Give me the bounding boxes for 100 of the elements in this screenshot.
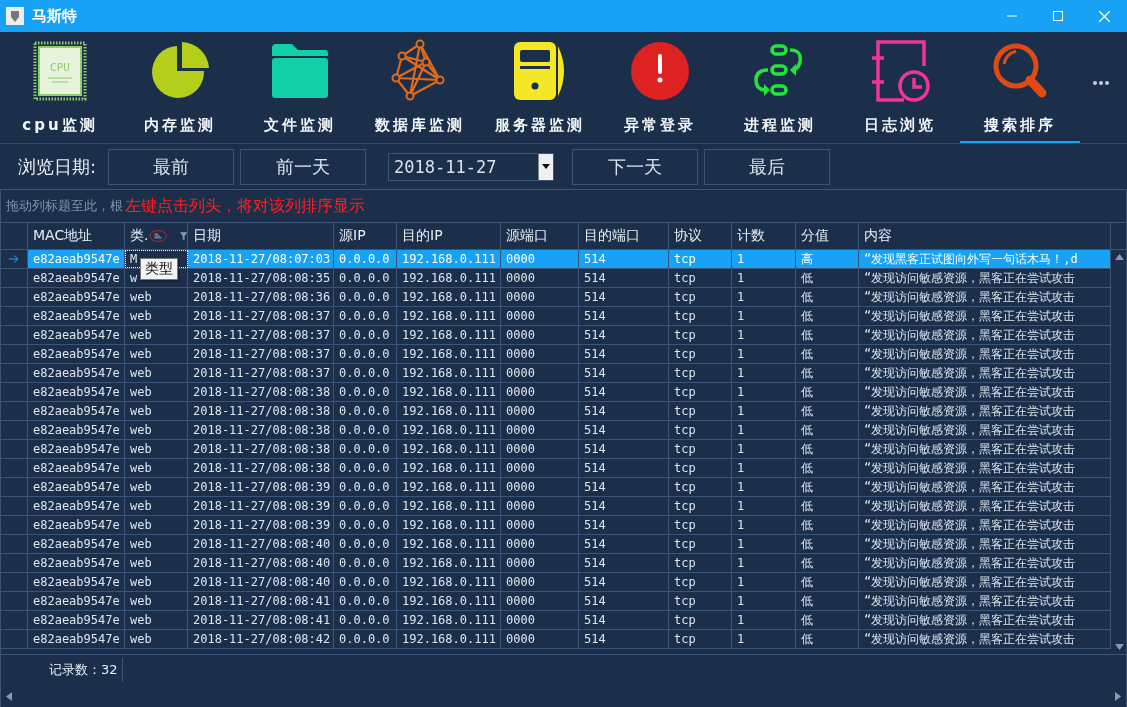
more-icon[interactable] [1092,79,1110,86]
table-cell: 2018-11-27/08:08:38 [188,421,334,439]
table-cell: e82aeab9547e [28,611,125,629]
table-cell: 2018-11-27/08:08:35 [188,269,334,287]
column-header[interactable]: 协议 [669,223,732,249]
table-row[interactable]: e82aeab9547e web 2018-11-27/08:08:37 0.0.0.0 192.168.0.111 0000 514 tcp 1 低 “发现访问敏感资源，黑客正在尝试攻击 [1,307,1111,326]
table-cell: web [125,307,188,325]
table-row[interactable]: e82aeab9547e web 2018-11-27/08:08:39 0.0.0.0 192.168.0.111 0000 514 tcp 1 低 “发现访问敏感资源，黑客正在尝试攻击 [1,516,1111,535]
toolbar-tab[interactable]: 服务器监测 [480,32,600,143]
toolbar-tab[interactable]: CPU cpu监测 [0,32,120,143]
table-row[interactable]: e82aeab9547e web 2018-11-27/08:08:41 0.0.0.0 192.168.0.111 0000 514 tcp 1 低 “发现访问敏感资源，黑客正在尝试攻击 [1,592,1111,611]
table-cell: “发现访问敏感资源，黑客正在尝试攻击 [859,326,1111,344]
scroll-right-icon[interactable] [1115,691,1121,701]
table-row[interactable]: e82aeab9547e web 2018-11-27/08:08:37 0.0.0.0 192.168.0.111 0000 514 tcp 1 低 “发现访问敏感资源，黑客正在尝试攻击 [1,364,1111,383]
table-cell: tcp [669,592,732,610]
column-header[interactable]: 源IP [334,223,397,249]
table-row[interactable]: e82aeab9547e web 2018-11-27/08:08:40 0.0.0.0 192.168.0.111 0000 514 tcp 1 低 “发现访问敏感资源，黑客正在尝试攻击 [1,554,1111,573]
table-cell: tcp [669,554,732,572]
table-row[interactable]: e82aeab9547e web 2018-11-27/08:08:38 0.0.0.0 192.168.0.111 0000 514 tcp 1 低 “发现访问敏感资源，黑客正在尝试攻击 [1,383,1111,402]
table-cell: tcp [669,630,732,648]
scroll-down-icon[interactable] [1115,644,1124,650]
table-cell: “发现访问敏感资源，黑客正在尝试攻击 [859,497,1111,515]
toolbar-tab[interactable]: 异常登录 [600,32,720,143]
current-row-arrow-icon [9,255,19,263]
table-cell: web [125,573,188,591]
table-cell: 0000 [501,307,579,325]
date-nav-button[interactable]: 下一天 [572,148,699,185]
column-header[interactable]: 分值 [796,223,859,249]
table-row[interactable]: e82aeab9547e web 2018-11-27/08:08:40 0.0.0.0 192.168.0.111 0000 514 tcp 1 低 “发现访问敏感资源，黑客正在尝试攻击 [1,535,1111,554]
table-cell: 1 [732,269,796,287]
table-row[interactable]: e82aeab9547e web 2018-11-27/08:08:36 0.0.0.0 192.168.0.111 0000 514 tcp 1 低 “发现访问敏感资源，黑客正在尝试攻击 [1,288,1111,307]
toolbar-tab[interactable]: 搜索排序 [960,32,1080,143]
table-cell: 1 [732,459,796,477]
column-header[interactable]: 源端口 [501,223,579,249]
scroll-left-icon[interactable] [6,691,12,701]
table-row[interactable]: e82aeab9547e web 2018-11-27/08:08:38 0.0.0.0 192.168.0.111 0000 514 tcp 1 低 “发现访问敏感资源，黑客正在尝试攻击 [1,421,1111,440]
table-row[interactable]: e82aeab9547e web 2018-11-27/08:08:40 0.0.0.0 192.168.0.111 0000 514 tcp 1 低 “发现访问敏感资源，黑客正在尝试攻击 [1,573,1111,592]
table-row[interactable]: e82aeab9547e web 2018-11-27/08:08:39 0.0.0.0 192.168.0.111 0000 514 tcp 1 低 “发现访问敏感资源，黑客正在尝试攻击 [1,478,1111,497]
table-cell: web [125,611,188,629]
table-cell: 1 [732,573,796,591]
date-nav-button[interactable]: 前一天 [240,148,367,185]
table-cell: 514 [579,383,669,401]
table-cell: 1 [732,497,796,515]
toolbar-tab[interactable]: 内存监测 [120,32,240,143]
table-row[interactable]: e82aeab9547e web 2018-11-27/08:08:37 0.0.0.0 192.168.0.111 0000 514 tcp 1 低 “发现访问敏感资源，黑客正在尝试攻击 [1,345,1111,364]
table-cell: 514 [579,554,669,572]
table-cell: 0.0.0.0 [334,630,397,648]
table-row[interactable]: e82aeab9547e web 2018-11-27/08:08:38 0.0.0.0 192.168.0.111 0000 514 tcp 1 低 “发现访问敏感资源，黑客正在尝试攻击 [1,440,1111,459]
table-cell: 2018-11-27/08:08:36 [188,288,334,306]
table-cell: 192.168.0.111 [397,516,501,534]
column-header[interactable]: 目的端口 [579,223,669,249]
date-nav-button[interactable]: 最前 [108,148,235,185]
table-cell: 0.0.0.0 [334,516,397,534]
table-cell: 0.0.0.0 [334,592,397,610]
table-cell: e82aeab9547e [28,478,125,496]
table-cell: web [125,440,188,458]
table-cell: 1 [732,630,796,648]
scroll-up-icon[interactable] [1115,254,1124,260]
table-cell: 0.0.0.0 [334,440,397,458]
table-row[interactable]: e82aeab9547e web 2018-11-27/08:08:38 0.0.0.0 192.168.0.111 0000 514 tcp 1 低 “发现访问敏感资源，黑客正在尝试攻击 [1,402,1111,421]
table-row[interactable]: e82aeab9547e web 2018-11-27/08:08:41 0.0.0.0 192.168.0.111 0000 514 tcp 1 低 “发现访问敏感资源，黑客正在尝试攻击 [1,611,1111,630]
table-cell: 514 [579,250,669,268]
dropdown-icon[interactable] [542,164,551,169]
table-cell: “发现访问敏感资源，黑客正在尝试攻击 [859,364,1111,382]
table-cell: 0000 [501,630,579,648]
table-cell: 低 [796,345,859,363]
table-row[interactable]: e82aeab9547e web 2018-11-27/08:08:38 0.0.0.0 192.168.0.111 0000 514 tcp 1 低 “发现访问敏感资源，黑客正在尝试攻击 [1,459,1111,478]
toolbar-tab[interactable]: 进程监测 [720,32,840,143]
table-cell: web [125,535,188,553]
table-cell: web [125,288,188,306]
column-header[interactable]: 计数 [732,223,796,249]
table-cell: 1 [732,383,796,401]
table-row[interactable]: e82aeab9547e web 2018-11-27/08:08:42 0.0.0.0 192.168.0.111 0000 514 tcp 1 低 “发现访问敏感资源，黑客正在尝试攻击 [1,630,1111,649]
table-cell: 0000 [501,269,579,287]
toolbar-tab[interactable]: 数据库监测 [360,32,480,143]
date-nav-button[interactable]: 最后 [704,148,831,185]
column-header[interactable]: 目的IP [397,223,501,249]
table-cell: 0.0.0.0 [334,497,397,515]
table-row[interactable]: e82aeab9547e web 2018-11-27/08:08:37 0.0.0.0 192.168.0.111 0000 514 tcp 1 低 “发现访问敏感资源，黑客正在尝试攻击 [1,326,1111,345]
table-cell: 2018-11-27/08:08:37 [188,345,334,363]
filter-icon[interactable] [179,232,187,240]
toolbar-tab[interactable]: 文件监测 [240,32,360,143]
table-cell: web [125,421,188,439]
table-cell: web [125,345,188,363]
table-cell: 0.0.0.0 [334,364,397,382]
table-cell: 514 [579,345,669,363]
table-row[interactable]: e82aeab9547e web 2018-11-27/08:08:39 0.0.0.0 192.168.0.111 0000 514 tcp 1 低 “发现访问敏感资源，黑客正在尝试攻击 [1,497,1111,516]
date-picker[interactable]: 2018-11-27 [388,152,555,181]
table-cell: 514 [579,364,669,382]
close-icon [1098,10,1110,22]
table-cell: web [125,554,188,572]
table-cell: 192.168.0.111 [397,250,501,268]
toolbar-tab[interactable]: 日志浏览 [840,32,960,143]
sort-icon[interactable] [149,229,168,243]
column-header[interactable]: 日期 [188,223,334,249]
table-cell: 192.168.0.111 [397,630,501,648]
column-header[interactable]: MAC地址 [28,223,125,249]
table-cell: web [125,402,188,420]
column-header[interactable]: 内容 [859,223,1111,249]
column-header[interactable]: 类. [125,223,188,249]
